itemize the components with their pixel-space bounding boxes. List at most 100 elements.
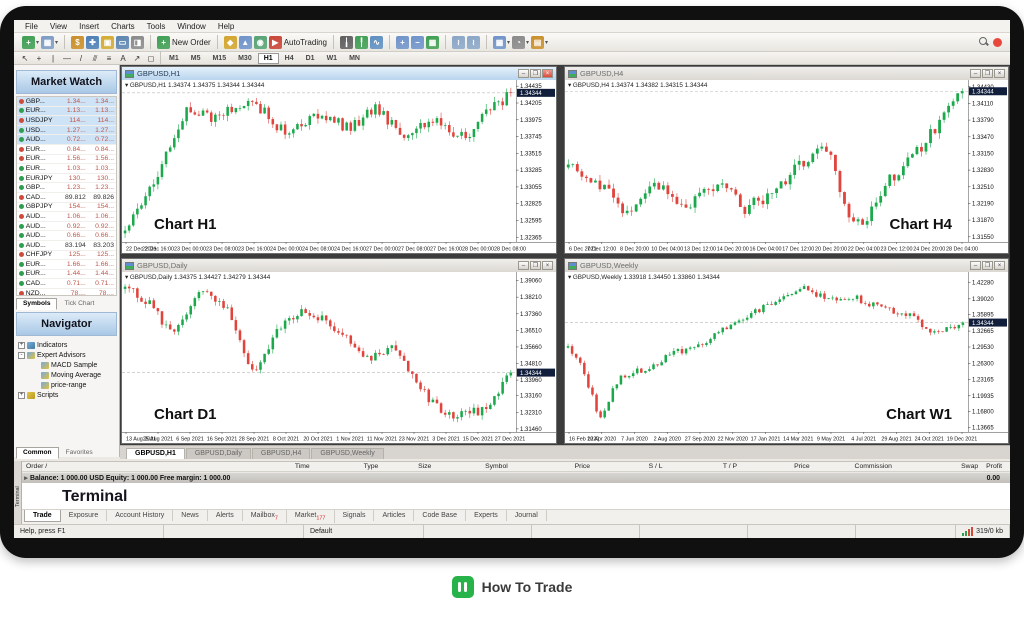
column-symbol[interactable]: Symbol	[439, 463, 515, 470]
timeframe-h1[interactable]: H1	[258, 53, 279, 64]
market-watch-row[interactable]: AUD...0.72...0.72...	[17, 135, 116, 145]
autotrading-button[interactable]: ▶AutoTrading	[269, 36, 327, 49]
terminal-tab-articles[interactable]: Articles	[374, 510, 414, 521]
market-watch-row[interactable]: AUD...1.06...1.06...	[17, 212, 116, 222]
timeframe-mn[interactable]: MN	[343, 53, 366, 64]
chart-window-h1[interactable]: GBPUSD,H1–❐×▾ GBPUSD,H1 1.34374 1.34375 …	[121, 66, 557, 254]
chart-body[interactable]: ▾ GBPUSD,Daily 1.34375 1.34427 1.34279 1…	[122, 272, 556, 443]
column-size[interactable]: Size	[386, 463, 439, 470]
attach-experts-button[interactable]: ▲	[239, 36, 252, 49]
column-tp[interactable]: T / P	[671, 463, 745, 470]
market-watch-row[interactable]: NZD...78....78....	[17, 289, 116, 296]
chart-window-titlebar[interactable]: GBPUSD,Daily–❐×	[122, 259, 556, 272]
timeframe-w1[interactable]: W1	[321, 53, 344, 64]
timeframe-m1[interactable]: M1	[163, 53, 185, 64]
chart-window-titlebar[interactable]: GBPUSD,Weekly–❐×	[565, 259, 1008, 272]
tree-expander-icon[interactable]: +	[18, 342, 25, 349]
horizontal-line-tool[interactable]: —	[60, 53, 74, 64]
terminal-tab-news[interactable]: News	[173, 510, 208, 521]
terminal-tab-code-base[interactable]: Code Base	[414, 510, 466, 521]
chart-window-d1[interactable]: GBPUSD,Daily–❐×▾ GBPUSD,Daily 1.34375 1.…	[121, 258, 557, 444]
tree-item-indicators[interactable]: +Indicators	[18, 340, 117, 350]
restore-button[interactable]: ❐	[530, 261, 541, 270]
bar-chart-button[interactable]: ╽	[340, 36, 353, 49]
column-order[interactable]: Order /	[22, 463, 235, 470]
restore-button[interactable]: ❐	[982, 261, 993, 270]
tree-item-price-range[interactable]: price-range	[18, 380, 117, 390]
close-button[interactable]: ×	[542, 69, 553, 78]
data-window-button[interactable]: ✚	[86, 36, 99, 49]
line-chart-button[interactable]: ∿	[370, 36, 383, 49]
cursor-tool[interactable]: ↖	[18, 53, 32, 64]
tab-favorites[interactable]: Favorites	[59, 447, 100, 459]
terminal-tab-alerts[interactable]: Alerts	[208, 510, 243, 521]
terminal-side-tab[interactable]: Terminal	[14, 461, 22, 524]
menu-view[interactable]: View	[45, 21, 72, 32]
market-watch-row[interactable]: AUD...83.19483.203	[17, 241, 116, 251]
tree-item-macd-sample[interactable]: MACD Sample	[18, 360, 117, 370]
market-watch-row[interactable]: EURJPY130...130...	[17, 174, 116, 184]
timeframe-m30[interactable]: M30	[232, 53, 258, 64]
timeframe-d1[interactable]: D1	[300, 53, 321, 64]
market-watch-row[interactable]: USDJPY114...114...	[17, 116, 116, 126]
shapes-tool[interactable]: ◻	[144, 53, 158, 64]
market-watch-row[interactable]: EUR...0.84...0.84...	[17, 145, 116, 155]
metaeditor-button[interactable]: ◆	[224, 36, 237, 49]
tab-symbols[interactable]: Symbols	[16, 298, 57, 310]
chart-window-titlebar[interactable]: GBPUSD,H4–❐×	[565, 67, 1008, 80]
tree-item-moving-average[interactable]: Moving Average	[18, 370, 117, 380]
timeframe-m15[interactable]: M15	[206, 53, 232, 64]
menu-tools[interactable]: Tools	[142, 21, 171, 32]
market-watch-row[interactable]: AUD...0.66...0.66...	[17, 231, 116, 241]
timeframe-h4[interactable]: H4	[279, 53, 300, 64]
indicators-dropdown-button[interactable]: ▦▾	[493, 36, 510, 49]
menu-insert[interactable]: Insert	[74, 21, 104, 32]
chart-window-w1[interactable]: GBPUSD,Weekly–❐×▾ GBPUSD,Weekly 1.33918 …	[564, 258, 1009, 444]
terminal-tab-market[interactable]: Market177	[287, 510, 335, 523]
strategy-tester-button[interactable]: ◨	[131, 36, 144, 49]
close-button[interactable]: ×	[994, 261, 1005, 270]
trendline-tool[interactable]: /	[74, 53, 88, 64]
column-swap[interactable]: Swap	[900, 463, 986, 470]
channel-tool[interactable]: ⫻	[88, 53, 102, 64]
templates-button[interactable]: ▤▾	[531, 36, 548, 49]
terminal-tab-mailbox[interactable]: Mailbox7	[243, 510, 287, 523]
new-chart-button[interactable]: +▾	[22, 36, 39, 49]
chart-tab-gbpusd-daily[interactable]: GBPUSD,Daily	[186, 448, 251, 459]
minimize-button[interactable]: –	[970, 261, 981, 270]
market-watch-row[interactable]: EUR...1.03...1.03...	[17, 164, 116, 174]
indicators-button[interactable]: ≀	[452, 36, 465, 49]
tree-item-scripts[interactable]: +Scripts	[18, 390, 117, 400]
market-watch-row[interactable]: EUR...1.66...1.66...	[17, 260, 116, 270]
close-button[interactable]: ×	[542, 261, 553, 270]
notification-icon[interactable]	[993, 38, 1002, 47]
tile-windows-button[interactable]: ▦	[426, 36, 439, 49]
crosshair-tool[interactable]: +	[32, 53, 46, 64]
status-profile[interactable]: Default	[304, 525, 424, 538]
market-watch-row[interactable]: AUD...0.92...0.92...	[17, 222, 116, 232]
periods-button[interactable]: ≀	[467, 36, 480, 49]
chart-window-h4[interactable]: GBPUSD,H4–❐×▾ GBPUSD,H4 1.34374 1.34382 …	[564, 66, 1009, 254]
market-watch-row[interactable]: GBP...1.23...1.23...	[17, 183, 116, 193]
fibonacci-tool[interactable]: ≡	[102, 53, 116, 64]
column-type[interactable]: Type	[318, 463, 387, 470]
menu-help[interactable]: Help	[213, 21, 239, 32]
minimize-button[interactable]: –	[518, 261, 529, 270]
column-sl[interactable]: S / L	[598, 463, 671, 470]
market-watch-row[interactable]: CAD...0.71...0.71...	[17, 279, 116, 289]
chart-tab-gbpusd-h1[interactable]: GBPUSD,H1	[126, 448, 185, 459]
terminal-tab-journal[interactable]: Journal	[507, 510, 547, 521]
tab-common[interactable]: Common	[16, 447, 59, 459]
restore-button[interactable]: ❐	[982, 69, 993, 78]
market-watch-button[interactable]: $	[71, 36, 84, 49]
column-price[interactable]: Price	[516, 463, 598, 470]
terminal-tab-signals[interactable]: Signals	[335, 510, 375, 521]
column-profit[interactable]: Profit	[986, 463, 1010, 470]
market-watch-row[interactable]: GBPJPY154...154...	[17, 203, 116, 213]
text-tool[interactable]: A	[116, 53, 130, 64]
close-button[interactable]: ×	[994, 69, 1005, 78]
tree-expander-icon[interactable]: +	[18, 392, 25, 399]
chart-tab-gbpusd-weekly[interactable]: GBPUSD,Weekly	[311, 448, 383, 459]
timeframe-m5[interactable]: M5	[185, 53, 207, 64]
community-button[interactable]: ◉	[254, 36, 267, 49]
